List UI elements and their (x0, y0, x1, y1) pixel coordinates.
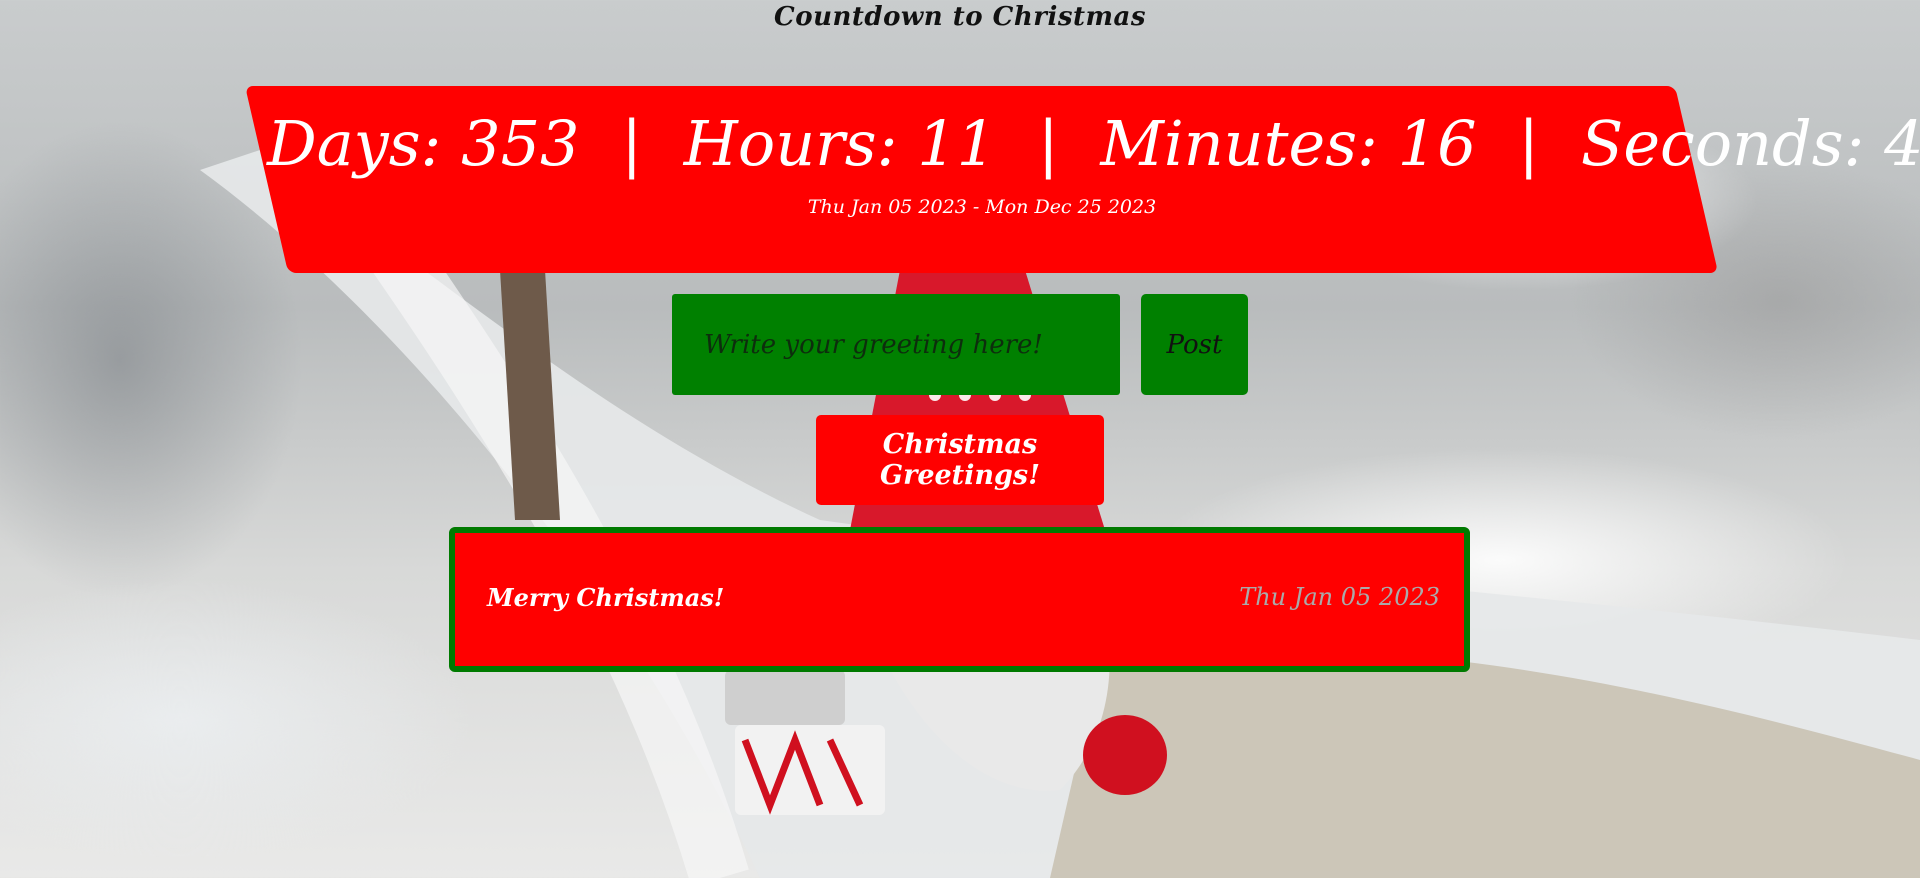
minutes-label: Minutes: (1100, 107, 1378, 180)
greeting-date: Thu Jan 05 2023 (1239, 583, 1440, 611)
separator: | (1518, 107, 1540, 180)
greeting-card: Merry Christmas! Thu Jan 05 2023 (449, 527, 1470, 672)
hours-label: Hours: (683, 107, 898, 180)
countdown-timer: Days: 353 | Hours: 11 | Minutes: 16 | Se… (267, 104, 1920, 184)
page-title: Countdown to Christmas (774, 2, 1146, 32)
greeting-input[interactable] (672, 294, 1120, 395)
date-range: Thu Jan 05 2023 - Mon Dec 25 2023 (807, 196, 1157, 218)
countdown-panel: Days: 353 | Hours: 11 | Minutes: 16 | Se… (267, 86, 1920, 273)
seconds-value: 41 (1884, 107, 1920, 180)
separator: | (621, 107, 643, 180)
seconds-label: Seconds: (1580, 107, 1865, 180)
minutes-value: 16 (1397, 107, 1477, 180)
christmas-greetings-button[interactable]: Christmas Greetings! (816, 415, 1104, 505)
hours-value: 11 (917, 107, 997, 180)
days-value: 353 (461, 107, 580, 180)
post-button[interactable]: Post (1141, 294, 1248, 395)
days-label: Days: (267, 107, 442, 180)
greeting-message: Merry Christmas! (487, 583, 725, 612)
separator: | (1037, 107, 1059, 180)
